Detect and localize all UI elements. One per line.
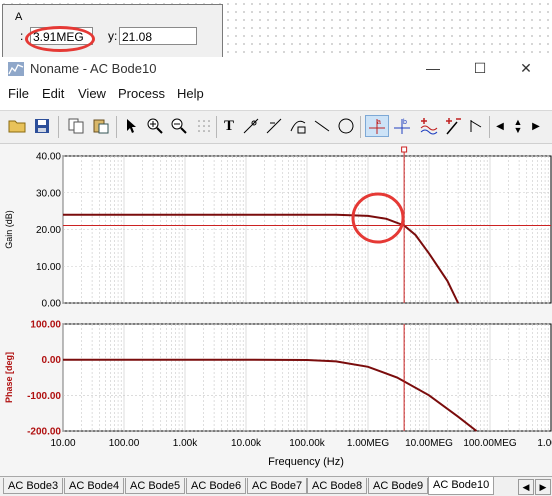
tab-ac-bode4[interactable]: AC Bode4 [64,478,125,494]
close-button[interactable]: ✕ [516,59,536,77]
tab-ac-bode6[interactable]: AC Bode6 [186,478,247,494]
y-tick-label: 0.00 [42,299,62,310]
tab-bar: AC Bode3 AC Bode4 AC Bode5 AC Bode6 AC Bode7… [0,476,552,496]
scroll-left-icon[interactable]: ◀ [493,115,507,137]
gain-plot: 40.00 30.00 20.00 10.00 0.00 Gain (dB) [4,146,552,310]
svg-text:b: b [403,119,407,126]
copy-icon[interactable] [66,115,86,137]
minimize-button[interactable]: — [423,59,443,77]
menu-file[interactable]: File [8,86,29,101]
open-folder-icon[interactable] [7,115,27,137]
scroll-updown-icon[interactable]: ▲ ▼ [510,115,526,137]
cursor-handle [401,146,408,153]
tab-scroll-left-icon[interactable]: ◀ [518,479,534,495]
circle-tool-icon[interactable] [336,115,356,137]
tab-ac-bode10[interactable]: AC Bode10 [428,477,495,495]
bode-plot-svg: 40.00 30.00 20.00 10.00 0.00 Gain (dB) 100.00… [4,146,552,468]
cursor-b-marker-icon[interactable]: b [390,115,414,137]
scroll-right-icon[interactable]: ▶ [529,115,543,137]
y-tick-label: 40.00 [36,152,61,163]
cursor-a-tool-icon[interactable] [241,115,261,137]
y-tick-label: 100.00 [30,320,61,331]
x-tick-label: 100.00 [109,438,140,449]
remove-trace-icon[interactable] [442,115,464,137]
menu-bar: File Edit View Process Help [0,84,552,104]
svg-text:a: a [377,119,381,126]
app-icon [8,62,24,76]
toolbar-separator [216,116,217,138]
line-tool-icon[interactable] [312,115,332,137]
y-tick-label: 10.00 [36,262,61,273]
x-axis-tick-labels: 10.00 100.00 1.00k 10.00k 100.00k 1.00MEG 10.0… [50,438,552,449]
y-tick-label: 0.00 [42,355,62,366]
toolbar-separator [489,116,490,138]
menu-edit[interactable]: Edit [42,86,64,101]
menu-process[interactable]: Process [118,86,165,101]
zoom-in-icon[interactable] [145,115,165,137]
y-axis-title: Phase [deg] [4,352,14,403]
plot-area: 40.00 30.00 20.00 10.00 0.00 Gain (dB) 100.00… [0,144,552,476]
toolbar-separator [116,116,117,138]
cursor-x-field[interactable]: 3.91MEG [30,27,93,45]
cursor-panel-header: A [15,11,23,23]
x-tick-label: 1.00G [537,438,552,449]
save-icon[interactable] [32,115,52,137]
x-axis-title: Frequency (Hz) [268,456,344,468]
paste-icon[interactable] [91,115,111,137]
toolbar-separator [58,116,59,138]
x-tick-label: 100.00k [289,438,326,449]
y-axis-title: Gain (dB) [4,210,14,249]
menu-view[interactable]: View [78,86,106,101]
y-tick-label: 30.00 [36,188,61,199]
tab-ac-bode3[interactable]: AC Bode3 [3,478,64,494]
menu-help[interactable]: Help [177,86,204,101]
tab-ac-bode8[interactable]: AC Bode8 [307,478,368,494]
tab-ac-bode9[interactable]: AC Bode9 [368,478,429,494]
cursor-readout-panel: A : 3.91MEG y: 21.08 [2,4,223,58]
grid-icon[interactable] [194,115,214,137]
zoom-out-icon[interactable] [169,115,189,137]
toolbar: T a b ◀ ▲ ▼ ▶ [0,110,552,144]
tab-ac-bode5[interactable]: AC Bode5 [125,478,186,494]
maximize-button[interactable]: ☐ [470,59,490,77]
window-title: Noname - AC Bode10 [30,61,157,76]
x-tick-label: 1.00MEG [347,438,389,449]
x-tick-label: 10.00 [50,438,75,449]
cursor-a-marker-icon[interactable]: a [365,115,389,137]
add-curve-icon[interactable] [288,115,308,137]
cursor-y-field[interactable]: 21.08 [119,27,197,45]
y-tick-label: 20.00 [36,225,61,236]
marker-icon[interactable] [466,115,486,137]
tab-ac-bode7[interactable]: AC Bode7 [247,478,308,494]
y-tick-label: -100.00 [27,391,61,402]
phase-plot: 100.00 0.00 -100.00 -200.00 Phase [deg] [4,320,552,438]
cursor-b-tool-icon[interactable] [264,115,284,137]
cursor-y-label: y: [108,29,118,43]
add-trace-icon[interactable] [417,115,441,137]
title-bar: Noname - AC Bode10 — ☐ ✕ [0,57,552,81]
y-tick-label: -200.00 [27,427,61,438]
toolbar-separator [360,116,361,138]
text-tool-icon[interactable]: T [219,115,239,137]
x-tick-label: 10.00k [231,438,262,449]
pointer-icon[interactable] [121,115,141,137]
tab-scroll-right-icon[interactable]: ▶ [535,479,551,495]
cursor-x-label: : [20,29,24,43]
x-tick-label: 100.00MEG [463,438,517,449]
x-tick-label: 1.00k [173,438,198,449]
x-tick-label: 10.00MEG [405,438,453,449]
